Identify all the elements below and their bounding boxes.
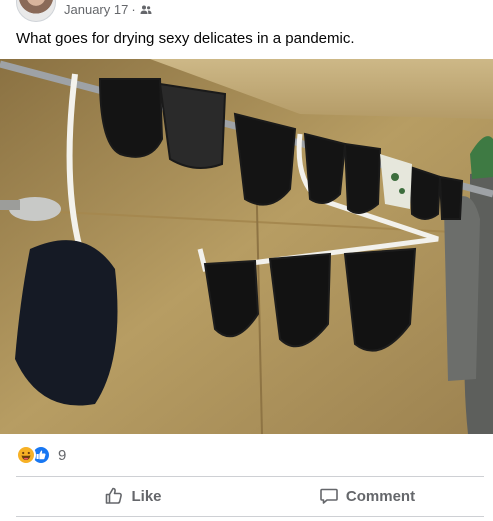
comment-icon	[320, 488, 338, 504]
avatar[interactable]	[16, 0, 56, 22]
post-meta: January 17 ·	[64, 2, 152, 17]
comment-label: Comment	[345, 487, 416, 505]
reaction-count: 9	[58, 446, 67, 464]
comment-button[interactable]: Comment	[250, 477, 484, 515]
photo-drawing	[0, 59, 493, 434]
post-text: What goes for drying sexy delicates in a…	[16, 30, 355, 47]
post-actions: Like Comment	[16, 477, 484, 515]
friends-icon[interactable]	[140, 4, 152, 16]
post-header: January 17 ·	[0, 0, 493, 26]
meta-separator: ·	[131, 2, 136, 17]
like-button[interactable]: Like	[16, 477, 250, 515]
thumbs-up-icon	[106, 487, 123, 504]
like-label: Like	[131, 487, 162, 505]
reaction-summary[interactable]: 9	[16, 444, 66, 466]
post-photo[interactable]	[0, 59, 493, 434]
divider-bottom	[16, 516, 484, 517]
post-date[interactable]: January 17	[64, 2, 128, 17]
haha-reaction-icon	[16, 445, 36, 465]
